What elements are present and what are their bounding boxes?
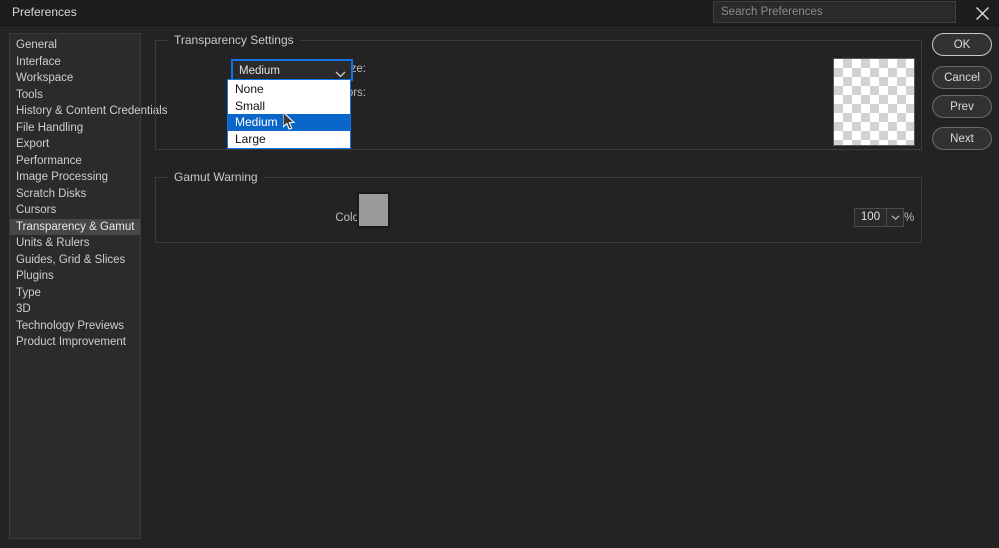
sidebar-item-product-improvement[interactable]: Product Improvement: [10, 334, 140, 351]
search-input[interactable]: [714, 2, 955, 22]
prev-button[interactable]: Prev: [932, 95, 992, 118]
sidebar-item-performance[interactable]: Performance: [10, 153, 140, 170]
preferences-category-list[interactable]: General Interface Workspace Tools Histor…: [9, 33, 141, 539]
sidebar-item-technology-previews[interactable]: Technology Previews: [10, 318, 140, 335]
dropdown-option-medium[interactable]: Medium: [228, 114, 350, 131]
sidebar-item-plugins[interactable]: Plugins: [10, 268, 140, 285]
sidebar-item-3d[interactable]: 3D: [10, 301, 140, 318]
gamut-warning-group: Gamut Warning Color: Opacity: 100 %: [155, 177, 922, 243]
dropdown-option-large[interactable]: Large: [228, 131, 350, 148]
sidebar-item-workspace[interactable]: Workspace: [10, 70, 140, 87]
dropdown-option-none[interactable]: None: [228, 81, 350, 98]
grid-size-select[interactable]: Medium: [231, 59, 353, 81]
gamut-color-label: Color:: [246, 212, 366, 224]
close-icon[interactable]: [966, 0, 998, 26]
grid-size-dropdown-list[interactable]: None Small Medium Large: [227, 79, 351, 149]
sidebar-item-units-rulers[interactable]: Units & Rulers: [10, 235, 140, 252]
sidebar-item-export[interactable]: Export: [10, 136, 140, 153]
transparency-grid-preview: [833, 58, 915, 146]
opacity-chevron-down-icon[interactable]: [886, 209, 903, 226]
sidebar-item-general[interactable]: General: [10, 37, 140, 54]
opacity-percent-symbol: %: [904, 212, 924, 224]
cancel-button[interactable]: Cancel: [932, 66, 992, 89]
ok-button[interactable]: OK: [932, 33, 992, 56]
sidebar-item-history-content-credentials[interactable]: History & Content Credentials: [10, 103, 140, 120]
sidebar-item-guides-grid-slices[interactable]: Guides, Grid & Slices: [10, 252, 140, 269]
sidebar-item-image-processing[interactable]: Image Processing: [10, 169, 140, 186]
sidebar-item-interface[interactable]: Interface: [10, 54, 140, 71]
opacity-value: 100: [855, 209, 886, 226]
preferences-dialog: Preferences General Interface Workspace …: [0, 0, 999, 548]
gamut-warning-title: Gamut Warning: [168, 170, 264, 184]
window-title: Preferences: [12, 5, 77, 19]
sidebar-item-transparency-gamut[interactable]: Transparency & Gamut: [10, 219, 140, 236]
sidebar-item-type[interactable]: Type: [10, 285, 140, 302]
sidebar-item-cursors[interactable]: Cursors: [10, 202, 140, 219]
opacity-input[interactable]: 100: [854, 208, 904, 227]
sidebar-item-tools[interactable]: Tools: [10, 87, 140, 104]
dropdown-option-small[interactable]: Small: [228, 98, 350, 115]
gamut-color-swatch[interactable]: [357, 192, 390, 228]
sidebar-item-scratch-disks[interactable]: Scratch Disks: [10, 186, 140, 203]
title-bar: Preferences: [0, 0, 999, 26]
grid-size-selected-value: Medium: [239, 63, 280, 79]
transparency-settings-title: Transparency Settings: [168, 33, 300, 47]
next-button[interactable]: Next: [932, 127, 992, 150]
sidebar-item-file-handling[interactable]: File Handling: [10, 120, 140, 137]
search-preferences-box[interactable]: [713, 1, 956, 23]
